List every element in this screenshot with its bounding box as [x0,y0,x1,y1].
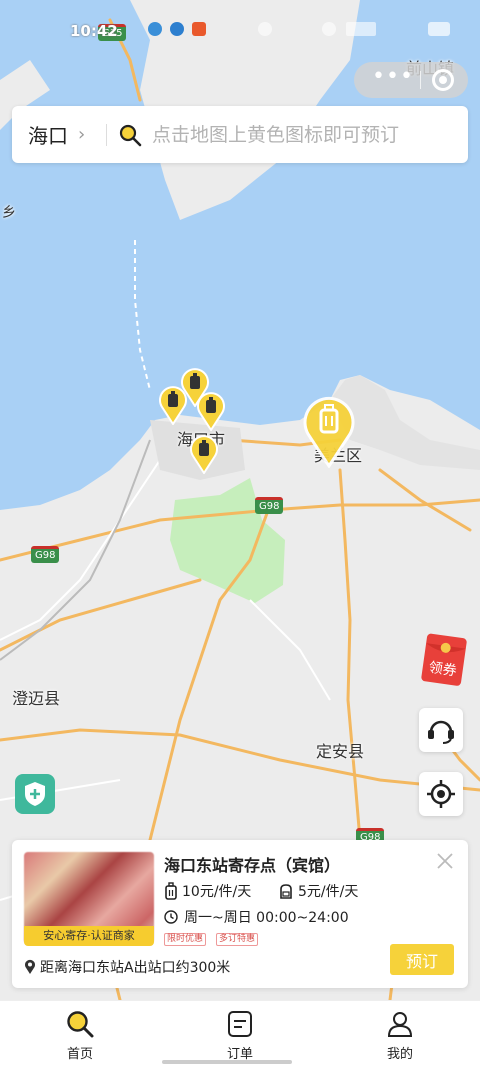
search-divider [106,124,107,146]
chevron-right-icon: › [78,124,86,145]
promo-tag: 限时优惠 [164,933,207,946]
home-indicator [162,1060,292,1064]
luggage-pin-icon [197,392,225,431]
user-icon [387,1012,413,1037]
luggage-marker[interactable] [196,391,226,431]
search-icon [119,124,142,147]
locate-icon [427,780,455,808]
book-button[interactable]: 预订 [390,944,454,975]
capsule-close-icon[interactable] [432,69,454,91]
order-icon [228,1011,252,1037]
nav-home-label: 首页 [66,1047,93,1062]
map-label-ding-an: 定安县 [316,742,365,761]
verified-merchant-badge: 安心寄存·认证商家 [24,926,154,946]
app-notification-icon [192,22,206,36]
suitcase-icon [165,882,177,900]
store-name: 海口东站寄存点（宾馆） [164,856,341,875]
luggage-pin-selected-icon [303,396,355,468]
status-bar: 10:42 [0,0,480,60]
highway-badge: G98 [255,497,284,514]
backpack-icon [280,884,292,899]
search-bar: 海口 › [12,106,468,163]
city-name: 海口 [28,124,68,148]
price-small-text: 5元/件/天 [298,884,359,900]
app-notification-icon [148,22,162,36]
nav-home[interactable]: 首页 [0,1001,160,1066]
locate-button[interactable] [419,772,463,816]
city-selector[interactable]: 海口 › [28,106,85,163]
search-input[interactable] [152,120,452,150]
wifi-icon [322,22,336,36]
map-label-chengmai: 澄迈县 [12,689,61,708]
distance-info: 距离海口东站A出站口约300米 [24,957,230,977]
price-large-luggage: 10元/件/天 [164,881,251,901]
price-small-luggage: 5元/件/天 [278,881,358,901]
clock-icon [164,910,178,924]
nav-profile[interactable]: 我的 [320,1001,480,1066]
capsule-divider [420,71,421,89]
coupon-button[interactable]: 领券 [420,632,472,688]
red-envelope-icon: 领券 [421,633,467,686]
nav-orders[interactable]: 订单 [160,1001,320,1066]
battery-icon [428,22,450,36]
miniprogram-capsule: ••• [354,62,468,98]
nav-profile-label: 我的 [386,1047,413,1062]
luggage-pin-icon [190,435,218,474]
headset-icon [428,720,454,744]
safety-button[interactable] [15,774,55,814]
location-pin-icon [25,959,35,974]
promo-tag: 多订特惠 [216,933,259,946]
map-label-xiang: 乡 [2,205,16,221]
customer-service-button[interactable] [419,708,463,752]
bluetooth-icon [258,22,272,36]
app-notification-icon [170,22,184,36]
status-time: 10:42 [70,22,118,40]
distance-text: 距离海口东站A出站口约300米 [40,960,231,976]
shield-plus-icon [25,782,45,806]
opening-hours-text: 周一~周日 00:00~24:00 [184,910,349,926]
close-icon[interactable] [436,852,454,870]
more-icon[interactable]: ••• [372,66,413,90]
bottom-nav: 首页 订单 我的 [0,1000,480,1066]
search-icon [67,1011,94,1038]
store-card[interactable]: 安心寄存·认证商家 海口东站寄存点（宾馆） 10元/件/天 5元/件/天 周一~… [12,840,468,988]
selected-luggage-marker[interactable] [302,394,356,468]
opening-hours: 周一~周日 00:00~24:00 [164,907,349,927]
price-large-text: 10元/件/天 [182,884,252,900]
signal-icon [346,22,376,36]
luggage-marker[interactable] [189,434,219,474]
highway-badge: G98 [31,546,60,563]
